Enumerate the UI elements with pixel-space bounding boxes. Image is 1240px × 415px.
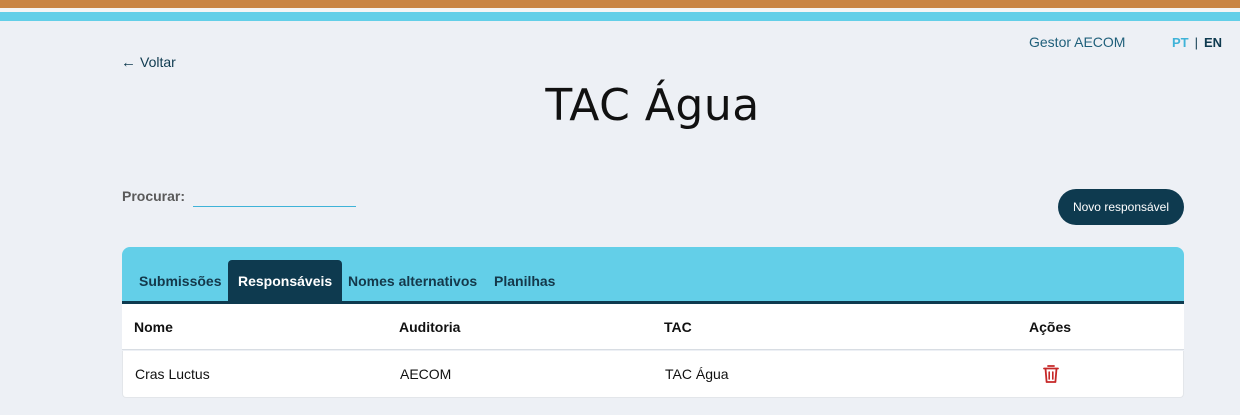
column-header-tac: TAC [664,319,692,335]
table-row: Cras Luctus AECOM TAC Água [122,351,1184,398]
tab-responsaveis[interactable]: Responsáveis [228,260,343,301]
back-label: Voltar [140,54,176,70]
tab-bar: Submissões Responsáveis Nomes alternativ… [122,247,1184,304]
new-responsible-button[interactable]: Novo responsável [1058,189,1184,225]
top-stripe-orange [0,0,1240,8]
tab-nomes-alternativos[interactable]: Nomes alternativos [338,260,487,301]
search-label: Procurar: [122,188,186,204]
table-header: Nome Auditoria TAC Ações [122,304,1184,350]
user-name[interactable]: Gestor AECOM [1029,34,1125,50]
lang-separator: | [1194,35,1199,50]
back-link[interactable]: ← Voltar [121,54,176,70]
cell-tac: TAC Água [665,366,729,382]
responsibles-card: Submissões Responsáveis Nomes alternativ… [122,247,1184,398]
arrow-left-icon: ← [121,53,136,71]
tab-planilhas[interactable]: Planilhas [484,260,565,301]
tab-submissoes[interactable]: Submissões [129,260,231,301]
trash-icon[interactable] [1042,364,1060,384]
lang-en[interactable]: EN [1204,35,1222,50]
cell-auditoria: AECOM [400,366,452,382]
language-switcher: PT | EN [1172,35,1222,50]
column-header-auditoria: Auditoria [399,319,461,335]
column-header-acoes: Ações [1029,319,1072,335]
page-title: TAC Água [545,80,760,131]
lang-pt[interactable]: PT [1172,35,1189,50]
cell-nome: Cras Luctus [135,366,210,382]
column-header-nome: Nome [134,319,173,335]
search-input[interactable] [193,186,356,207]
top-stripe-blue [0,12,1240,21]
